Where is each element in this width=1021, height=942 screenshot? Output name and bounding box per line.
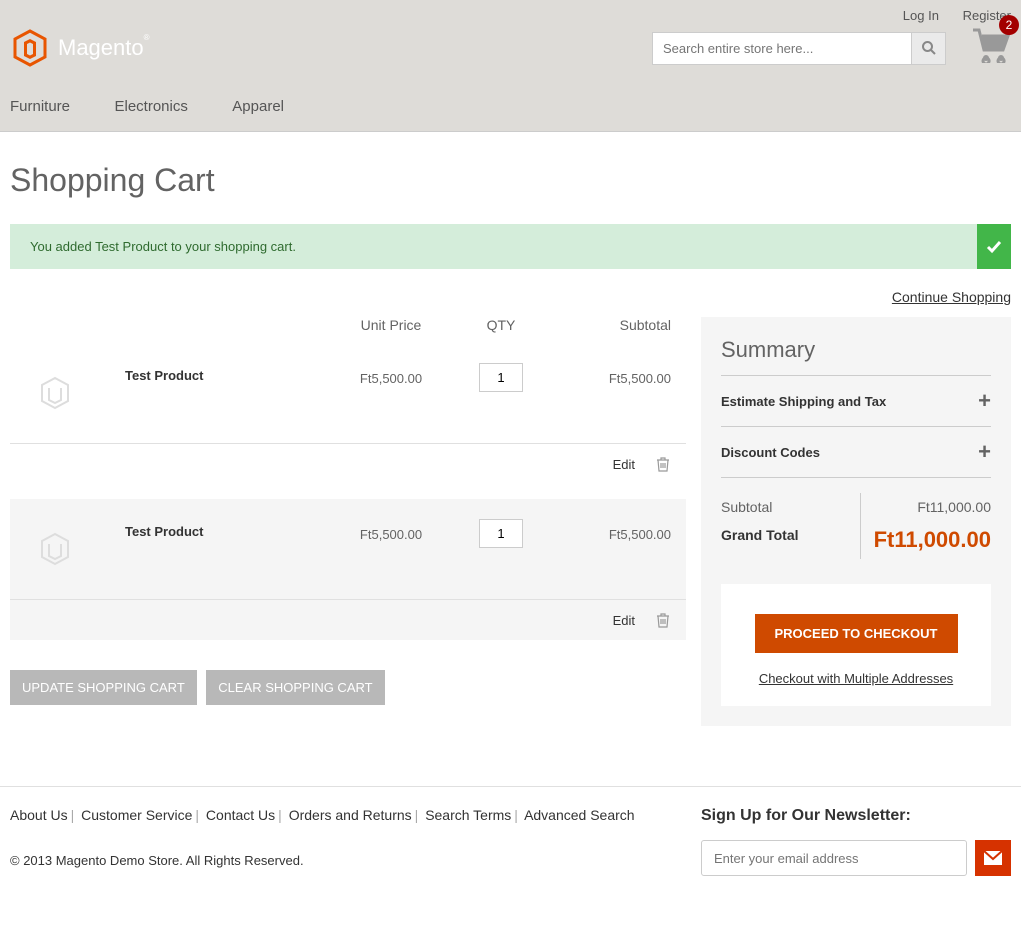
trash-icon[interactable] xyxy=(655,612,671,628)
cart-badge: 2 xyxy=(999,15,1019,35)
nav-electronics[interactable]: Electronics xyxy=(114,98,187,115)
newsletter-submit[interactable] xyxy=(975,840,1011,876)
edit-link[interactable]: Edit xyxy=(613,613,635,628)
main-nav: Furniture Electronics Apparel xyxy=(0,83,1021,131)
edit-link[interactable]: Edit xyxy=(613,457,635,472)
search-icon xyxy=(921,40,937,56)
qty-input[interactable] xyxy=(479,519,523,548)
subtotal: Ft5,500.00 xyxy=(551,519,671,542)
summary-box: Summary Estimate Shipping and Tax + Disc… xyxy=(701,317,1011,726)
discount-codes-toggle[interactable]: Discount Codes + xyxy=(721,427,991,478)
plus-icon: + xyxy=(978,441,991,463)
product-name[interactable]: Test Product xyxy=(125,363,331,383)
login-link[interactable]: Log In xyxy=(903,8,939,23)
product-image-placeholder xyxy=(25,363,85,423)
footer-orders[interactable]: Orders and Returns xyxy=(289,807,412,823)
nav-furniture[interactable]: Furniture xyxy=(10,98,70,115)
mail-icon xyxy=(983,850,1003,866)
grand-total-value: Ft11,000.00 xyxy=(874,527,991,553)
subtotal-label: Subtotal xyxy=(721,499,772,515)
footer-links: About Us| Customer Service| Contact Us| … xyxy=(10,807,635,823)
logo[interactable]: Magento® xyxy=(10,28,144,68)
logo-text: Magento® xyxy=(58,35,144,61)
clear-cart-button[interactable]: CLEAR SHOPPING CART xyxy=(206,670,384,705)
check-icon xyxy=(977,224,1011,269)
plus-icon: + xyxy=(978,390,991,412)
unit-price: Ft5,500.00 xyxy=(331,363,451,386)
footer-advanced-search[interactable]: Advanced Search xyxy=(524,807,635,823)
newsletter-input[interactable] xyxy=(701,840,967,876)
grand-total-label: Grand Total xyxy=(721,527,799,553)
product-image-placeholder xyxy=(25,519,85,579)
footer-customer-service[interactable]: Customer Service xyxy=(81,807,192,823)
copyright: © 2013 Magento Demo Store. All Rights Re… xyxy=(10,853,635,868)
cart-headers: Unit Price QTY Subtotal xyxy=(10,317,686,343)
multi-address-link[interactable]: Checkout with Multiple Addresses xyxy=(741,671,971,686)
page-title: Shopping Cart xyxy=(10,162,1011,199)
product-name[interactable]: Test Product xyxy=(125,519,331,539)
checkout-button[interactable]: PROCEED TO CHECKOUT xyxy=(755,614,958,653)
search-input[interactable] xyxy=(652,32,912,65)
footer-about[interactable]: About Us xyxy=(10,807,68,823)
magento-logo-icon xyxy=(10,28,50,68)
update-cart-button[interactable]: UPDATE SHOPPING CART xyxy=(10,670,197,705)
nav-apparel[interactable]: Apparel xyxy=(232,98,284,115)
qty-input[interactable] xyxy=(479,363,523,392)
summary-title: Summary xyxy=(721,337,991,376)
footer-contact[interactable]: Contact Us xyxy=(206,807,275,823)
subtotal: Ft5,500.00 xyxy=(551,363,671,386)
subtotal-value: Ft11,000.00 xyxy=(917,499,991,515)
success-message: You added Test Product to your shopping … xyxy=(10,224,1011,269)
header-links: Log In Register xyxy=(10,8,1011,23)
cart-item: Test Product Ft5,500.00 Ft5,500.00 Edit xyxy=(10,343,686,484)
trash-icon[interactable] xyxy=(655,456,671,472)
newsletter-title: Sign Up for Our Newsletter: xyxy=(701,807,1011,825)
unit-price: Ft5,500.00 xyxy=(331,519,451,542)
cart-item: Test Product Ft5,500.00 Ft5,500.00 Edit xyxy=(10,499,686,640)
estimate-shipping-toggle[interactable]: Estimate Shipping and Tax + xyxy=(721,376,991,427)
cart-button[interactable]: 2 xyxy=(971,28,1011,68)
footer-search-terms[interactable]: Search Terms xyxy=(425,807,511,823)
continue-shopping-link[interactable]: Continue Shopping xyxy=(892,289,1011,305)
search-button[interactable] xyxy=(912,32,946,65)
